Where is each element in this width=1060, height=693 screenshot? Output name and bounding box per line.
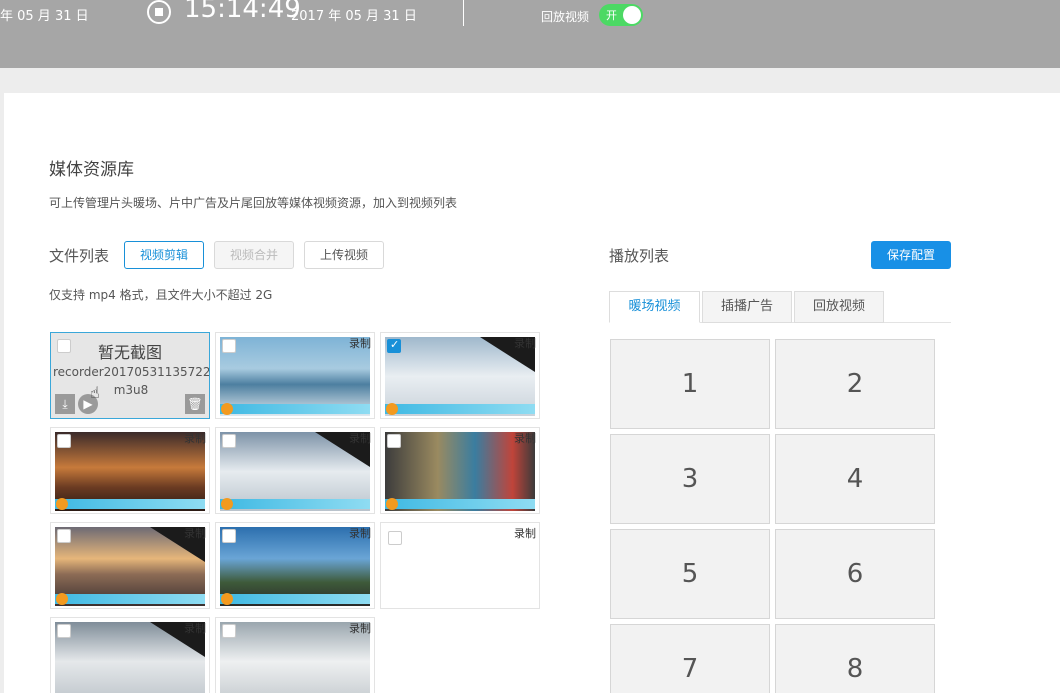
playlist-slot[interactable]: 2: [775, 339, 935, 429]
date-left: 年 05 月 31 日: [0, 9, 89, 24]
media-item[interactable]: 录制: [215, 332, 375, 419]
record-badge: 录制: [349, 527, 371, 540]
media-checkbox[interactable]: [222, 529, 236, 543]
file-list-label: 文件列表: [49, 247, 110, 265]
tab-replay-video[interactable]: 回放视频: [794, 291, 884, 323]
no-screenshot-text: 暂无截图: [97, 343, 162, 362]
playlist-slot[interactable]: 3: [610, 434, 770, 524]
page-description: 可上传管理片头暖场、片中广告及片尾回放等媒体视频资源，加入到视频列表: [49, 196, 458, 210]
media-item[interactable]: 录制: [50, 427, 210, 514]
media-item-empty[interactable]: 录制: [380, 522, 540, 609]
hand-cursor-icon: ☝: [90, 383, 100, 402]
stop-icon[interactable]: [147, 0, 171, 24]
page-title: 媒体资源库: [49, 160, 134, 180]
format-note: 仅支持 mp4 格式，且文件大小不超过 2G: [49, 288, 273, 302]
video-thumbnail: [220, 622, 370, 693]
media-checkbox[interactable]: [222, 434, 236, 448]
record-badge: 录制: [514, 527, 536, 540]
media-item[interactable]: 录制: [215, 617, 375, 693]
thumbnail-banner: [55, 594, 205, 604]
media-item[interactable]: 录制: [50, 617, 210, 693]
media-checkbox[interactable]: [222, 339, 236, 353]
logo-icon: [386, 403, 398, 415]
thumbnail-banner: [385, 404, 535, 414]
toggle-label: 开: [606, 9, 617, 22]
media-checkbox[interactable]: [387, 434, 401, 448]
toggle-knob: [623, 6, 641, 24]
record-badge: 录制: [349, 432, 371, 445]
video-edit-button[interactable]: 视频剪辑: [124, 241, 204, 269]
trash-icon[interactable]: 🗑: [185, 394, 205, 414]
media-checkbox[interactable]: [388, 531, 402, 545]
media-item[interactable]: 录制: [215, 522, 375, 609]
media-checkbox[interactable]: [57, 434, 71, 448]
top-bar: 年 05 月 31 日 15:14:49 2017 年 05 月 31 日 回放…: [0, 0, 1060, 68]
media-checkbox-checked[interactable]: [387, 338, 401, 353]
record-badge: 录制: [184, 432, 206, 445]
playlist-slot[interactable]: 6: [775, 529, 935, 619]
playlist-slot[interactable]: 5: [610, 529, 770, 619]
filename-line-1: recorder20170531135722.: [53, 365, 210, 379]
playlist-label: 播放列表: [609, 247, 670, 265]
save-config-button[interactable]: 保存配置: [871, 241, 951, 269]
replay-toggle[interactable]: 开: [599, 4, 643, 26]
clock-date: 2017 年 05 月 31 日: [291, 9, 417, 24]
playlist-slot[interactable]: 8: [775, 624, 935, 693]
logo-icon: [221, 498, 233, 510]
record-badge: 录制: [514, 337, 536, 350]
media-item[interactable]: 录制: [380, 427, 540, 514]
record-badge: 录制: [349, 622, 371, 635]
divider: [463, 0, 464, 26]
download-icon[interactable]: ⤓: [55, 394, 75, 414]
record-badge: 录制: [184, 527, 206, 540]
logo-icon: [221, 593, 233, 605]
media-item[interactable]: 录制: [50, 522, 210, 609]
thumbnail-banner: [220, 499, 370, 509]
media-item[interactable]: 录制: [380, 332, 540, 419]
replay-video-label: 回放视频: [541, 10, 590, 24]
logo-icon: [386, 498, 398, 510]
logo-icon: [56, 498, 68, 510]
playlist-slot[interactable]: 4: [775, 434, 935, 524]
record-badge: 录制: [514, 432, 536, 445]
record-badge: 录制: [184, 622, 206, 635]
playlist-slot[interactable]: 7: [610, 624, 770, 693]
header-spacer: [0, 68, 1060, 93]
upload-video-button[interactable]: 上传视频: [304, 241, 384, 269]
media-checkbox[interactable]: [57, 529, 71, 543]
media-checkbox[interactable]: [222, 624, 236, 638]
thumbnail-banner: [55, 499, 205, 509]
playlist-slot[interactable]: 1: [610, 339, 770, 429]
media-checkbox[interactable]: [57, 624, 71, 638]
tab-insert-ad[interactable]: 插播广告: [702, 291, 792, 323]
video-merge-button[interactable]: 视频合并: [214, 241, 294, 269]
media-item[interactable]: 录制: [215, 427, 375, 514]
thumbnail-banner: [220, 404, 370, 414]
media-item-recording[interactable]: 暂无截图 recorder20170531135722. m3u8 ⤓ ▶ 🗑: [50, 332, 210, 419]
thumbnail-banner: [220, 594, 370, 604]
left-strip: [0, 93, 4, 693]
record-badge: 录制: [349, 337, 371, 350]
thumbnail-banner: [385, 499, 535, 509]
clock-time: 15:14:49: [184, 0, 301, 24]
logo-icon: [221, 403, 233, 415]
tab-warmup-video[interactable]: 暖场视频: [609, 291, 700, 323]
logo-icon: [56, 593, 68, 605]
